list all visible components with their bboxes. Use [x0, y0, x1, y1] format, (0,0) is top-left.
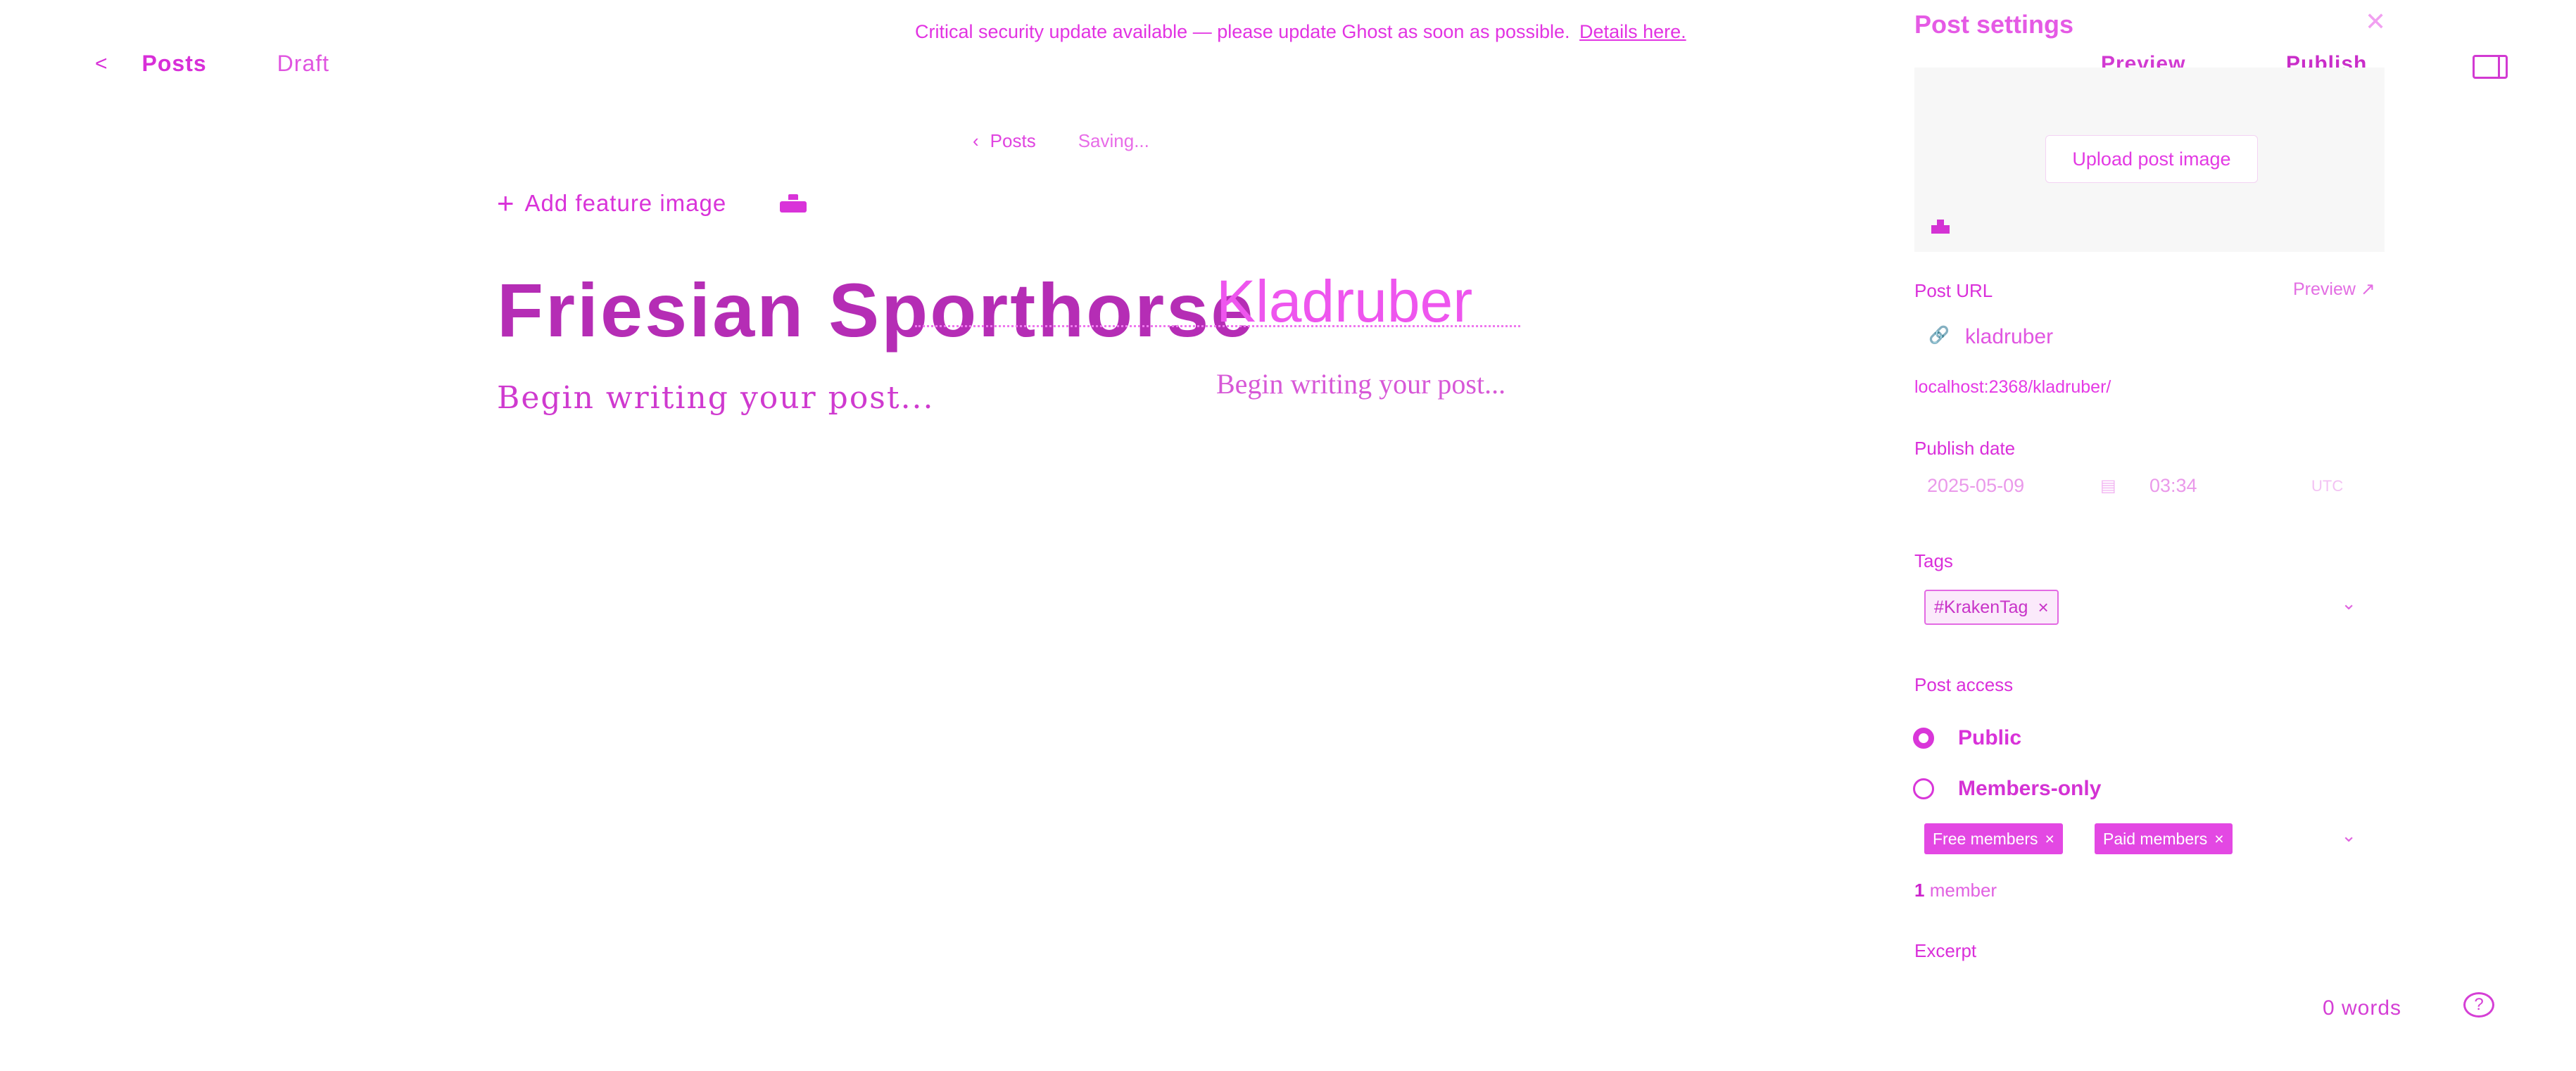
close-icon[interactable]: ✕	[2365, 7, 2386, 37]
remove-tag-icon[interactable]: ×	[2038, 597, 2048, 619]
radio-unselected-icon[interactable]	[1913, 778, 1934, 799]
radio-selected-icon[interactable]	[1913, 728, 1934, 749]
post-status: Draft	[277, 51, 330, 76]
add-feature-image-button[interactable]: Add feature image	[525, 190, 727, 217]
unsplash-icon[interactable]	[780, 194, 807, 213]
timezone-label: UTC	[2311, 476, 2344, 495]
remove-segment-icon[interactable]: ×	[2045, 830, 2054, 849]
post-url-preview-link[interactable]: Preview ↗	[2293, 279, 2375, 300]
post-title[interactable]: Friesian Sporthorse	[497, 266, 1256, 354]
posts-link-secondary[interactable]: Posts	[990, 130, 1036, 152]
excerpt-label: Excerpt	[1914, 940, 1977, 961]
preview-link-label: Preview	[2293, 279, 2356, 299]
post-full-url: localhost:2368/kladruber/	[1914, 377, 2111, 397]
member-count: 1 member	[1914, 880, 1997, 901]
chevron-down-icon[interactable]: ⌄	[2341, 825, 2356, 847]
post-body-placeholder-overlay[interactable]: Begin writing your post...	[1216, 367, 1505, 400]
post-url-field[interactable]: 🔗 kladruber	[1914, 315, 2385, 362]
posts-link[interactable]: Posts	[142, 51, 207, 77]
publish-date-label: Publish date	[1914, 438, 2016, 459]
tag-chip[interactable]: #KrakenTag ×	[1924, 590, 2059, 625]
post-body-placeholder[interactable]: Begin writing your post...	[497, 380, 935, 416]
segment-label: Paid members	[2103, 829, 2208, 848]
link-icon: 🔗	[1928, 326, 1950, 345]
chevron-down-icon[interactable]: ⌄	[2341, 592, 2356, 614]
title-divider	[915, 325, 1520, 327]
member-count-text: member	[1929, 880, 1997, 901]
member-count-number: 1	[1914, 880, 1925, 901]
calendar-icon[interactable]: ▤	[2100, 476, 2142, 496]
date-input[interactable]: 2025-05-09	[1914, 475, 2100, 497]
sub-nav: ‹ Posts Saving...	[973, 130, 1149, 152]
help-icon[interactable]: ?	[2463, 992, 2494, 1018]
saving-status: Saving...	[1078, 130, 1149, 151]
remove-segment-icon[interactable]: ×	[2214, 830, 2223, 849]
chevron-left-icon[interactable]: <	[95, 52, 108, 76]
tags-input[interactable]: #KrakenTag × ⌄	[1914, 588, 2385, 629]
post-settings-title: Post settings	[1914, 10, 2074, 39]
sidebar-toggle-icon[interactable]	[2473, 55, 2508, 79]
tag-chip-label: #KrakenTag	[1934, 597, 2028, 617]
top-nav: < Posts Draft	[95, 51, 329, 77]
chevron-left-icon[interactable]: ‹	[973, 130, 979, 152]
segment-chip-free[interactable]: Free members ×	[1924, 823, 2063, 854]
post-url-slug[interactable]: kladruber	[1965, 325, 2053, 349]
unsplash-icon[interactable]	[1931, 218, 1950, 234]
access-option-public[interactable]: Public	[1913, 726, 2021, 750]
access-option-label: Public	[1958, 726, 2022, 749]
post-access-label: Post access	[1914, 674, 2014, 695]
banner-text: Critical security update available — ple…	[915, 21, 1570, 42]
tags-label: Tags	[1914, 550, 1953, 571]
banner-details-link[interactable]: Details here.	[1579, 21, 1686, 42]
post-url-label: Post URL	[1914, 280, 1993, 301]
segment-label: Free members	[1933, 829, 2038, 848]
publish-date-field: 2025-05-09 ▤ 03:34 UTC	[1914, 475, 2343, 497]
security-banner: Critical security update available — ple…	[915, 21, 1686, 43]
feature-image-row: + Add feature image	[497, 189, 807, 218]
access-option-label: Members-only	[1958, 777, 2102, 800]
word-count: 0 words	[2323, 996, 2402, 1020]
segment-select[interactable]: Free members × Paid members × ⌄	[1914, 820, 2385, 864]
upload-post-image-button[interactable]: Upload post image	[2045, 135, 2258, 183]
external-link-icon: ↗	[2360, 279, 2375, 299]
segment-chip-paid[interactable]: Paid members ×	[2095, 823, 2233, 854]
time-input[interactable]: 03:34	[2142, 475, 2311, 497]
plus-icon[interactable]: +	[497, 189, 515, 218]
access-option-members-only[interactable]: Members-only	[1913, 777, 2101, 801]
